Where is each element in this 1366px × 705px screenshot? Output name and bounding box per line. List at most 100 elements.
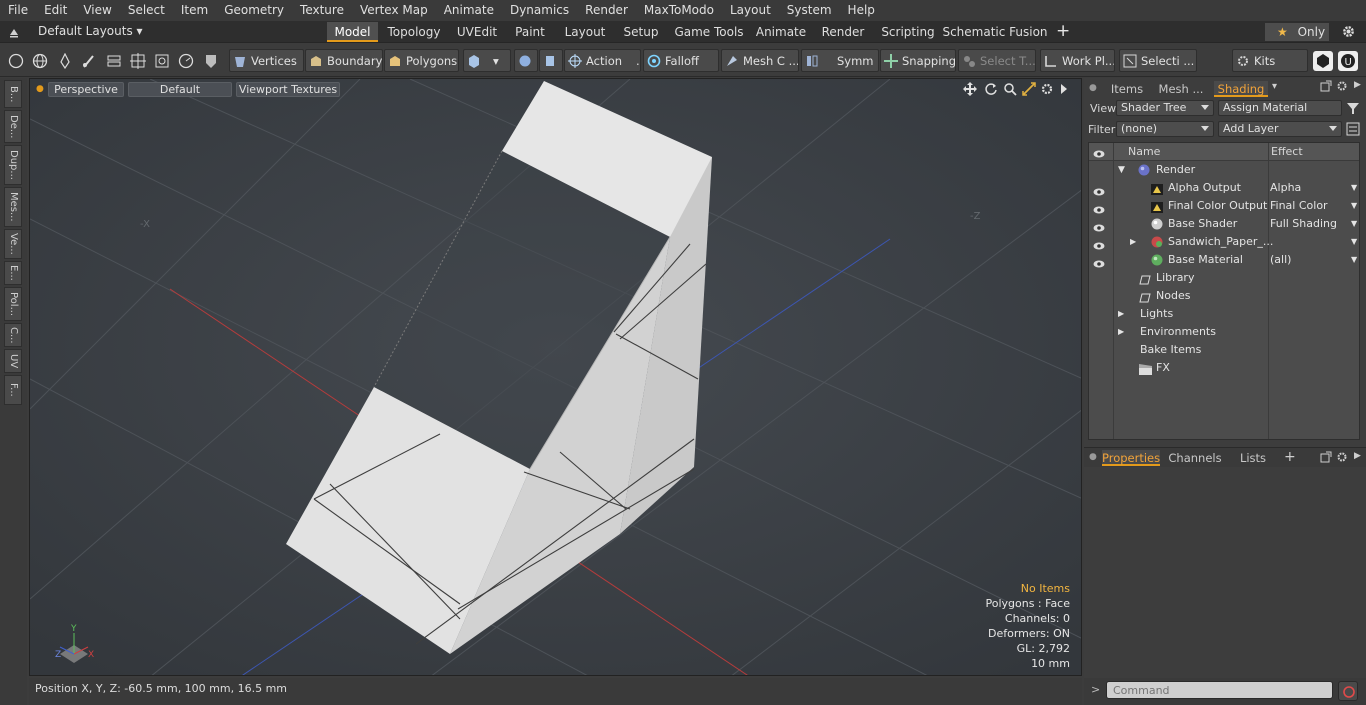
effect-column-header[interactable]: Effect bbox=[1271, 145, 1303, 158]
snap-grid-icon[interactable] bbox=[130, 53, 146, 72]
only-toggle[interactable]: ★ Only bbox=[1264, 22, 1330, 42]
add-layer-dropdown[interactable]: Add Layer bbox=[1218, 121, 1342, 137]
zoom-view-icon[interactable] bbox=[1003, 82, 1017, 99]
tabs-dropdown-icon[interactable]: ▾ bbox=[1272, 81, 1277, 92]
tab-setup[interactable]: Setup bbox=[618, 22, 664, 42]
final-color-effect[interactable]: Final Color bbox=[1270, 197, 1328, 215]
eye-icon[interactable] bbox=[1093, 184, 1105, 196]
tab-layout[interactable]: Layout bbox=[556, 22, 614, 42]
collapse-arrow-icon[interactable] bbox=[8, 26, 20, 38]
eye-icon[interactable] bbox=[1093, 256, 1105, 268]
kits-button[interactable]: Kits bbox=[1232, 49, 1308, 72]
tab-properties[interactable]: Properties bbox=[1102, 450, 1160, 466]
assign-material-button[interactable]: Assign Material bbox=[1218, 100, 1342, 116]
brush-icon[interactable] bbox=[81, 53, 97, 72]
left-tab-curve[interactable]: C... bbox=[4, 323, 22, 347]
left-tab-vertex[interactable]: Ve... bbox=[4, 229, 22, 259]
panel-arrow-icon[interactable]: ▶ bbox=[1354, 451, 1361, 461]
left-tab-deform[interactable]: De... bbox=[4, 110, 22, 143]
panel-menu-dot-icon[interactable]: ● bbox=[1089, 452, 1097, 462]
chevron-down-icon[interactable]: ▼ bbox=[1351, 233, 1357, 251]
panel-menu-dot-icon[interactable]: ● bbox=[1089, 83, 1097, 93]
menu-help[interactable]: Help bbox=[840, 0, 883, 21]
menu-vertex-map[interactable]: Vertex Map bbox=[352, 0, 436, 21]
menu-dynamics[interactable]: Dynamics bbox=[502, 0, 577, 21]
menu-geometry[interactable]: Geometry bbox=[216, 0, 292, 21]
tree-row-final-color-output[interactable]: Final Color Output Final Color ▼ bbox=[1089, 197, 1359, 215]
tab-schematic-fusion[interactable]: Schematic Fusion bbox=[942, 22, 1048, 42]
menu-texture[interactable]: Texture bbox=[292, 0, 352, 21]
tab-lists[interactable]: Lists bbox=[1230, 450, 1276, 466]
left-tab-edge[interactable]: E... bbox=[4, 261, 22, 285]
viewport-scene[interactable]: -X -Z Y X Z bbox=[30, 79, 1082, 676]
mesh-constraint-button[interactable]: Mesh C ... bbox=[721, 49, 799, 72]
tab-items[interactable]: Items bbox=[1104, 81, 1150, 97]
circle-select-icon[interactable] bbox=[8, 53, 24, 72]
chevron-down-icon[interactable]: ▼ bbox=[1351, 251, 1357, 269]
filter-dropdown[interactable]: (none) bbox=[1116, 121, 1214, 137]
viewport-menu-dot-icon[interactable]: ● bbox=[36, 84, 44, 94]
menu-layout[interactable]: Layout bbox=[722, 0, 779, 21]
view-dropdown[interactable]: Shader Tree bbox=[1116, 100, 1214, 116]
left-tab-basic[interactable]: B... bbox=[4, 80, 22, 108]
base-shader-effect[interactable]: Full Shading bbox=[1270, 215, 1337, 233]
tab-paint[interactable]: Paint bbox=[508, 22, 552, 42]
selection-sets-button[interactable] bbox=[514, 49, 538, 72]
tree-row-base-shader[interactable]: Base Shader Full Shading ▼ bbox=[1089, 215, 1359, 233]
shading-style-dropdown[interactable]: Default bbox=[128, 82, 232, 97]
menu-file[interactable]: File bbox=[0, 0, 36, 21]
eye-icon[interactable] bbox=[1093, 202, 1105, 214]
tab-animate[interactable]: Animate bbox=[754, 22, 808, 42]
left-tab-uv[interactable]: UV bbox=[4, 349, 22, 373]
panel-maximize-icon[interactable] bbox=[1320, 451, 1332, 466]
selection-button[interactable]: Selecti ... bbox=[1119, 49, 1197, 72]
tree-row-render[interactable]: ▼ Render bbox=[1089, 161, 1359, 179]
menu-edit[interactable]: Edit bbox=[36, 0, 75, 21]
clock-icon[interactable] bbox=[178, 53, 194, 72]
move-view-icon[interactable] bbox=[963, 82, 977, 99]
eye-icon[interactable] bbox=[1093, 238, 1105, 250]
menu-system[interactable]: System bbox=[779, 0, 840, 21]
left-tab-duplicate[interactable]: Dup... bbox=[4, 145, 22, 185]
list-options-icon[interactable] bbox=[1346, 122, 1360, 139]
name-column-header[interactable]: Name bbox=[1128, 145, 1160, 158]
base-material-effect[interactable]: (all) bbox=[1270, 251, 1291, 269]
tab-mesh[interactable]: Mesh ... bbox=[1154, 81, 1208, 97]
panel-maximize-icon[interactable] bbox=[1320, 80, 1332, 95]
item-mode-dropdown[interactable]: ▾ bbox=[463, 49, 511, 72]
tab-scripting[interactable]: Scripting bbox=[878, 22, 938, 42]
pen-tool-icon[interactable] bbox=[57, 52, 73, 72]
symmetry-button[interactable]: Symm ... bbox=[801, 49, 879, 72]
tab-channels[interactable]: Channels bbox=[1164, 450, 1226, 466]
polygons-button[interactable]: Polygons bbox=[384, 49, 459, 72]
chevron-down-icon[interactable]: ▼ bbox=[1351, 197, 1357, 215]
unity-icon[interactable] bbox=[1313, 51, 1333, 71]
tree-row-bake-items[interactable]: Bake Items bbox=[1089, 341, 1359, 359]
tab-shading[interactable]: Shading bbox=[1214, 81, 1268, 97]
eye-icon[interactable] bbox=[1093, 220, 1105, 232]
falloff-button[interactable]: Falloff bbox=[643, 49, 719, 72]
expand-triangle-icon[interactable]: ▶ bbox=[1130, 233, 1136, 251]
menu-item[interactable]: Item bbox=[173, 0, 216, 21]
alpha-output-effect[interactable]: Alpha bbox=[1270, 179, 1301, 197]
left-tab-fusion[interactable]: F... bbox=[4, 375, 22, 405]
left-tab-polygon[interactable]: Pol... bbox=[4, 287, 22, 321]
gear-icon[interactable] bbox=[1341, 24, 1356, 39]
add-tab-button[interactable]: + bbox=[1284, 449, 1296, 465]
tree-row-environments[interactable]: ▶ Environments bbox=[1089, 323, 1359, 341]
tab-uvedit[interactable]: UVEdit bbox=[450, 22, 504, 42]
expand-triangle-icon[interactable]: ▶ bbox=[1118, 305, 1124, 323]
unreal-icon[interactable]: U bbox=[1338, 51, 1358, 71]
menu-view[interactable]: View bbox=[75, 0, 119, 21]
tree-row-library[interactable]: Library bbox=[1089, 269, 1359, 287]
shield-item-icon[interactable] bbox=[203, 53, 219, 72]
tree-row-lights[interactable]: ▶ Lights bbox=[1089, 305, 1359, 323]
default-layouts-dropdown[interactable]: Default Layouts ▾ bbox=[38, 24, 143, 38]
left-tab-mesh-edit[interactable]: Mes... bbox=[4, 187, 22, 227]
viewport-settings-icon[interactable] bbox=[1040, 82, 1054, 99]
expand-triangle-icon[interactable]: ▶ bbox=[1118, 323, 1124, 341]
record-macro-button[interactable] bbox=[1338, 681, 1358, 701]
tab-render[interactable]: Render bbox=[812, 22, 874, 42]
rotate-view-icon[interactable] bbox=[984, 82, 998, 99]
panel-gear-icon[interactable] bbox=[1336, 80, 1348, 95]
